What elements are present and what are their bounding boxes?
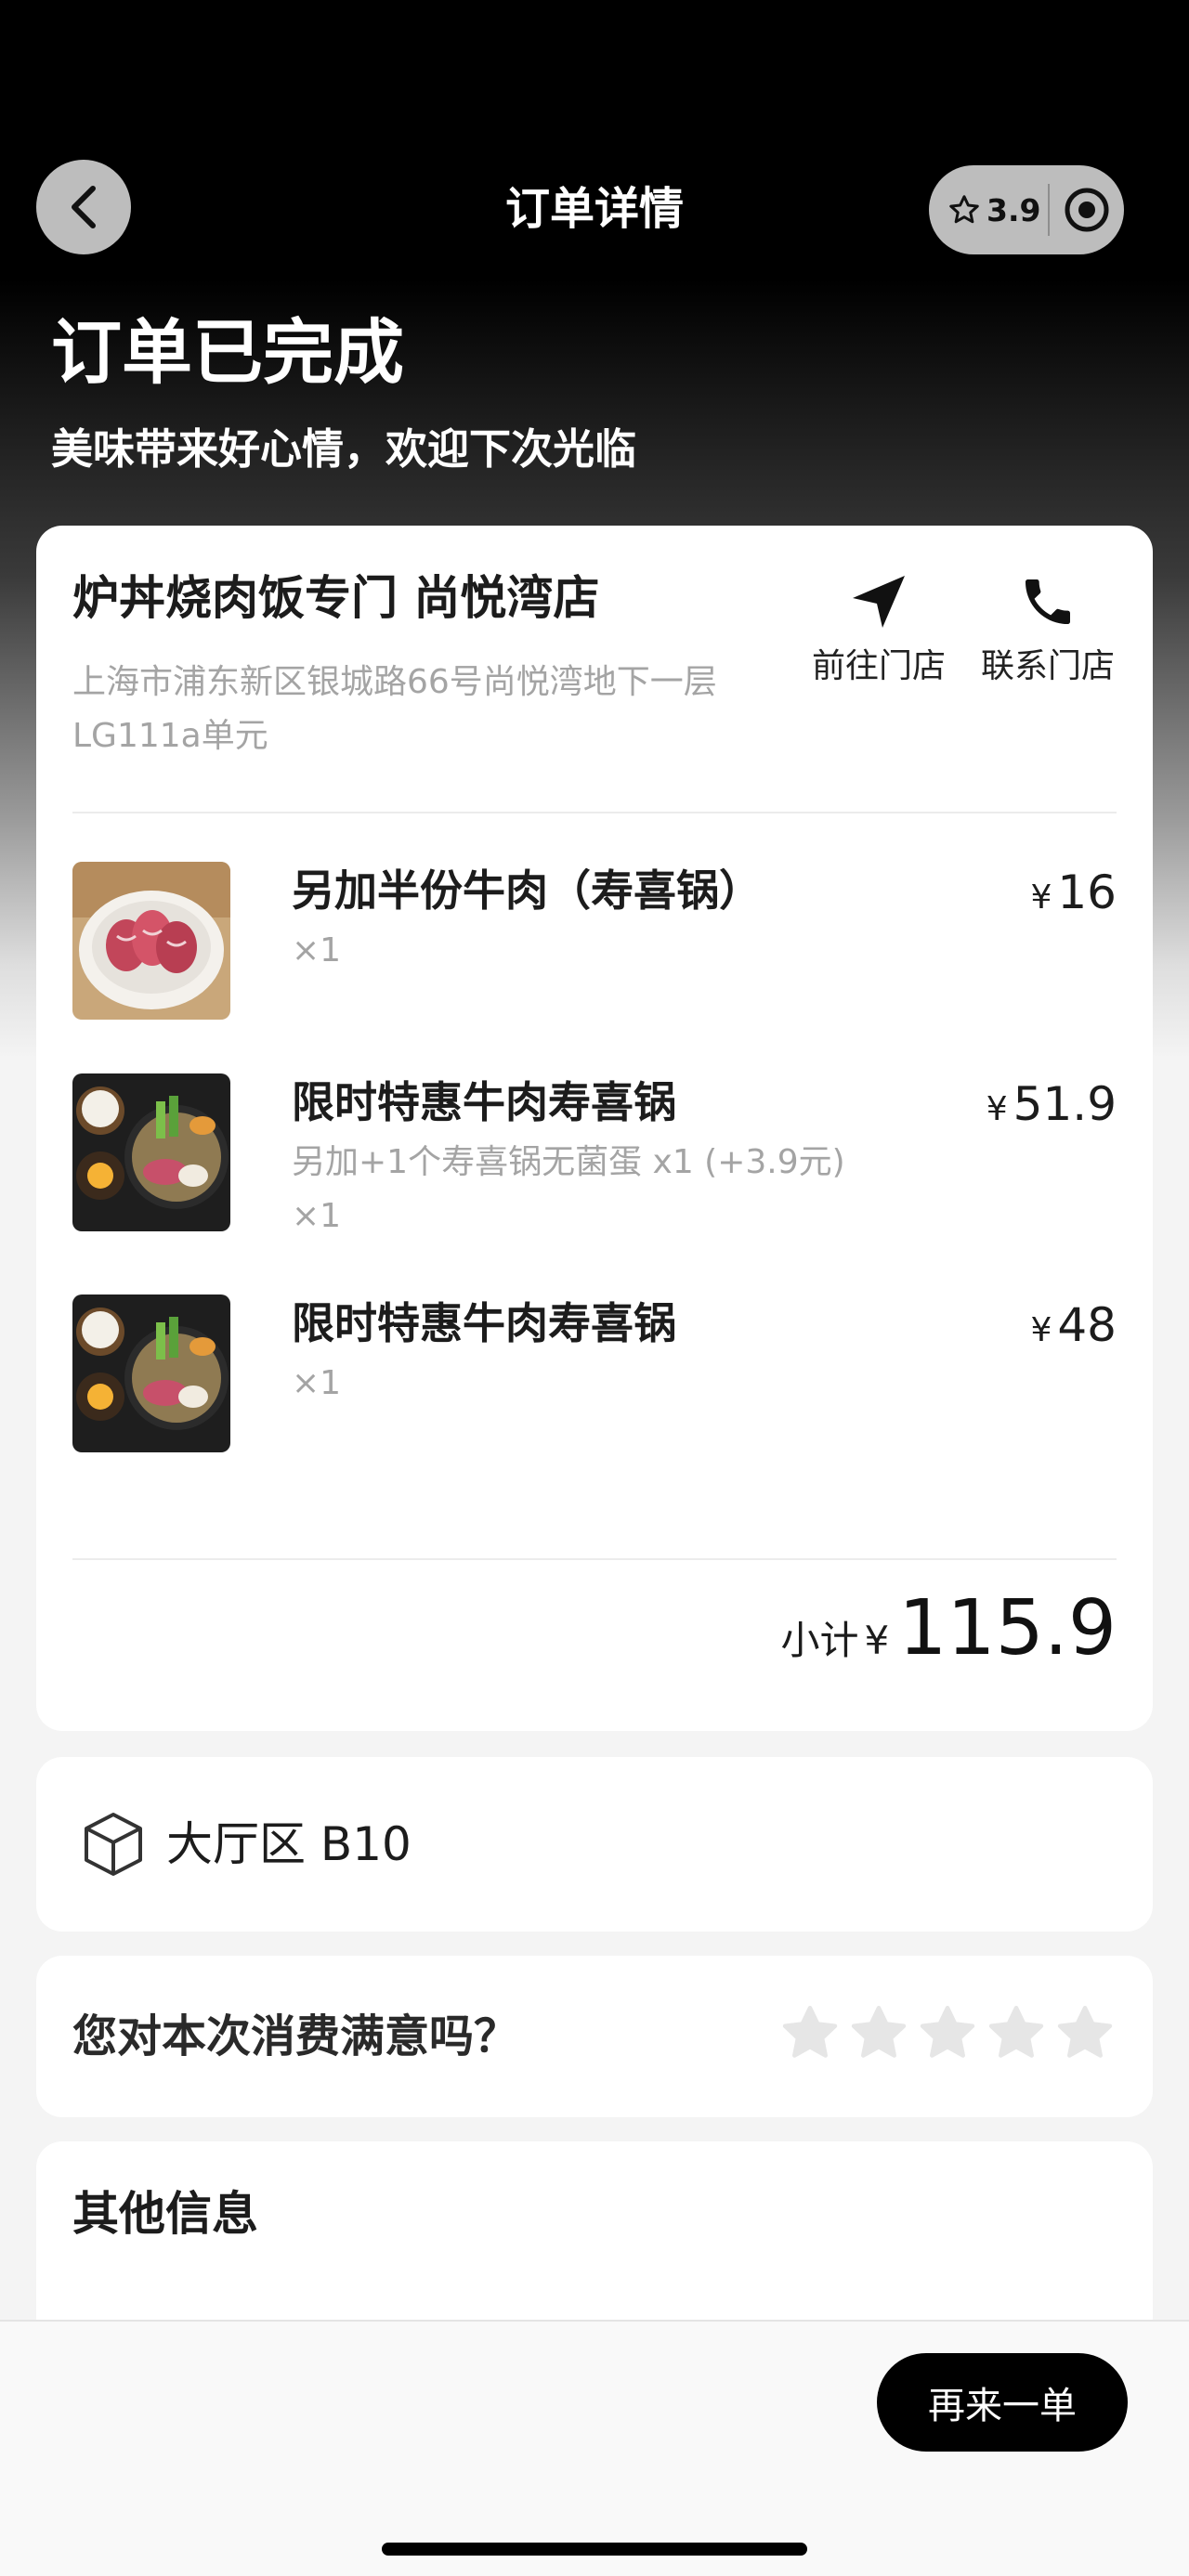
order-status-title: 订单已完成 xyxy=(51,311,404,394)
item-name: 另加半份牛肉（寿喜锅） xyxy=(292,865,762,916)
other-info-title: 其他信息 xyxy=(72,2187,258,2241)
close-mini-program-button[interactable] xyxy=(1050,186,1124,234)
star-icon[interactable] xyxy=(916,2002,979,2065)
item-image xyxy=(72,1073,230,1231)
item-price-value: 48 xyxy=(1057,1298,1117,1352)
subtotal-label: 小计 xyxy=(780,1618,859,1663)
call-label: 联系门店 xyxy=(980,647,1115,685)
target-icon xyxy=(1065,188,1109,232)
cube-icon xyxy=(85,1813,142,1876)
currency-symbol: ¥ xyxy=(1030,1311,1052,1349)
mini-program-capsule: 3.9 xyxy=(929,165,1124,254)
item-quantity: ×1 xyxy=(292,1364,342,1402)
order-item: 另加半份牛肉（寿喜锅） ×1 ¥16 xyxy=(72,862,1117,1047)
order-item: 限时特惠牛肉寿喜锅 ×1 ¥48 xyxy=(72,1295,1117,1480)
star-icon[interactable] xyxy=(1053,2002,1117,2065)
call-store-button[interactable]: 联系门店 xyxy=(969,572,1127,687)
navigate-to-store-button[interactable]: 前往门店 xyxy=(800,572,958,687)
rating-button[interactable]: 3.9 xyxy=(929,165,1048,254)
item-price: ¥51.9 xyxy=(986,1073,1117,1140)
bottom-action-bar: 再来一单 xyxy=(0,2320,1189,2576)
navigate-label: 前往门店 xyxy=(811,647,946,685)
item-price: ¥16 xyxy=(1030,862,1117,929)
star-icon[interactable] xyxy=(847,2002,910,2065)
store-name: 炉丼烧肉饭专门 尚悦湾店 xyxy=(72,571,600,625)
star-rating xyxy=(773,2002,1117,2065)
item-price-value: 51.9 xyxy=(1013,1077,1117,1131)
rating-question: 您对本次消费满意吗？ xyxy=(72,2010,519,2062)
table-number: 大厅区 B10 xyxy=(166,1817,412,1871)
rating-value: 3.9 xyxy=(986,191,1041,228)
currency-symbol: ¥ xyxy=(864,1618,890,1663)
order-card: 炉丼烧肉饭专门 尚悦湾店 上海市浦东新区银城路66号尚悦湾地下一层LG111a单… xyxy=(36,526,1153,1731)
item-quantity: ×1 xyxy=(292,931,342,969)
star-outline-icon xyxy=(949,195,979,224)
table-card: 大厅区 B10 xyxy=(36,1757,1153,1932)
order-status-subtitle: 美味带来好心情，欢迎下次光临 xyxy=(51,424,637,474)
item-price-value: 16 xyxy=(1057,865,1117,919)
item-quantity: ×1 xyxy=(292,1197,342,1235)
home-indicator xyxy=(382,2543,807,2556)
divider xyxy=(72,1558,1117,1560)
order-detail-page: 订单详情 3.9 订单已完成 美味带来好心情，欢迎下次光临 炉丼烧肉饭专门 尚悦… xyxy=(0,0,1189,2576)
subtotal: 小计 ¥ 115.9 xyxy=(781,1582,1117,1675)
rating-card: 您对本次消费满意吗？ xyxy=(36,1956,1153,2117)
currency-symbol: ¥ xyxy=(986,1090,1008,1128)
navigation-arrow-icon xyxy=(853,576,905,628)
star-icon[interactable] xyxy=(985,2002,1048,2065)
item-image xyxy=(72,862,230,1020)
divider xyxy=(72,812,1117,813)
store-address: 上海市浦东新区银城路66号尚悦湾地下一层LG111a单元 xyxy=(72,663,717,755)
item-image xyxy=(72,1295,230,1452)
item-name: 限时特惠牛肉寿喜锅 xyxy=(292,1077,676,1127)
reorder-button[interactable]: 再来一单 xyxy=(877,2353,1128,2452)
item-spec: 另加+1个寿喜锅无菌蛋 x1 (+3.9元) xyxy=(292,1143,845,1181)
star-icon[interactable] xyxy=(778,2002,842,2065)
currency-symbol: ¥ xyxy=(1030,878,1052,917)
subtotal-value: 115.9 xyxy=(898,1584,1117,1672)
item-price: ¥48 xyxy=(1030,1295,1117,1361)
phone-icon xyxy=(1026,579,1070,624)
item-name: 限时特惠牛肉寿喜锅 xyxy=(292,1298,676,1348)
order-item: 限时特惠牛肉寿喜锅 另加+1个寿喜锅无菌蛋 x1 (+3.9元) ×1 ¥51.… xyxy=(72,1073,1117,1259)
